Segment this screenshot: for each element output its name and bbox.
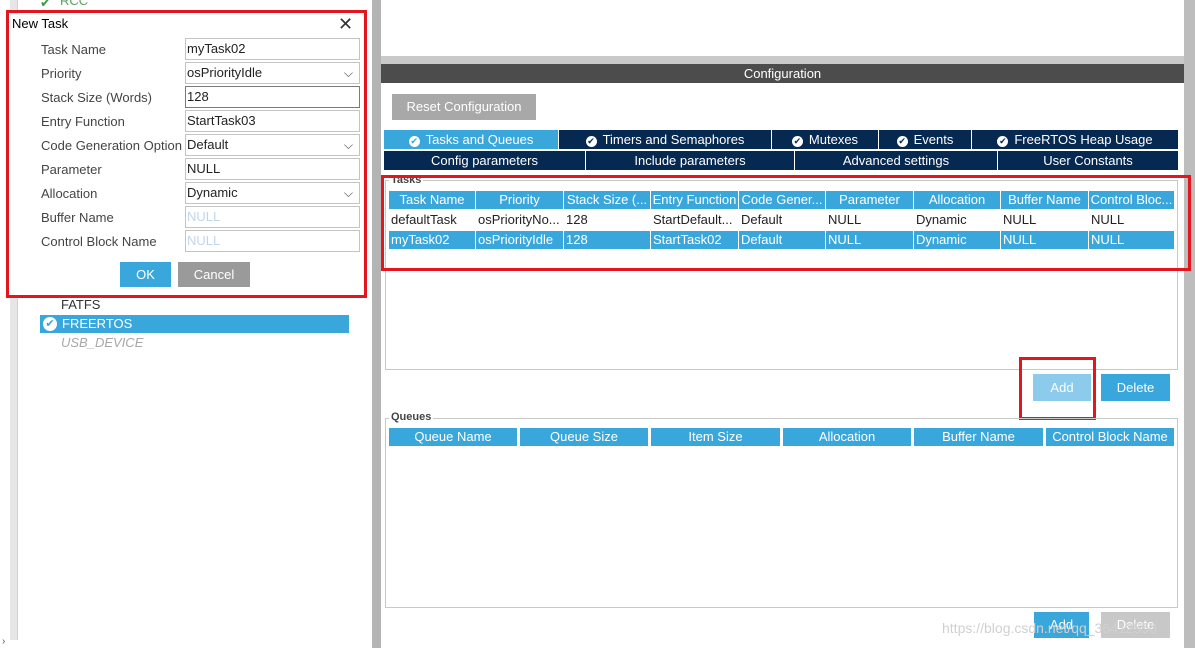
scroll-arrow-icon[interactable]: ›	[2, 636, 5, 647]
queues-col-buffer-name[interactable]: Buffer Name	[914, 428, 1044, 446]
queues-groupbox	[385, 418, 1178, 608]
queues-col-allocation[interactable]: Allocation	[783, 428, 912, 446]
tab-label: Timers and Semaphores	[602, 132, 745, 147]
right-scrollbar[interactable]	[1184, 0, 1195, 648]
tree-item-fatfs[interactable]: FATFS	[61, 296, 100, 314]
tasks-highlight-box	[381, 175, 1191, 271]
check-icon: ✔	[43, 317, 57, 331]
reset-configuration-button[interactable]: Reset Configuration	[392, 94, 536, 120]
tab-label: FreeRTOS Heap Usage	[1014, 132, 1153, 147]
tab-advanced-settings[interactable]: Advanced settings	[795, 151, 997, 170]
tab-include-parameters[interactable]: Include parameters	[586, 151, 794, 170]
queues-col-queue-size[interactable]: Queue Size	[520, 428, 649, 446]
tab-freertos-heap-usage[interactable]: ✔ FreeRTOS Heap Usage	[972, 130, 1178, 149]
queues-col-control-block-name[interactable]: Control Block Name	[1046, 428, 1175, 446]
tab-timers-and-semaphores[interactable]: ✔ Timers and Semaphores	[559, 130, 771, 149]
check-icon: ✔	[408, 136, 420, 147]
tree-item-freertos[interactable]: ✔ FREERTOS	[40, 315, 349, 333]
check-icon: ✔	[791, 136, 803, 147]
tab-config-parameters[interactable]: Config parameters	[384, 151, 585, 170]
tree-item-label: FREERTOS	[62, 316, 133, 331]
panel-divider	[381, 56, 1184, 64]
configuration-header: Configuration	[381, 64, 1184, 83]
queues-group-title: Queues	[389, 411, 434, 423]
tab-mutexes[interactable]: ✔ Mutexes	[772, 130, 878, 149]
tab-tasks-and-queues[interactable]: ✔ Tasks and Queues	[384, 130, 558, 149]
tab-user-constants[interactable]: User Constants	[998, 151, 1178, 170]
tree-item-label: RCC	[60, 0, 89, 8]
check-icon: ✔	[896, 136, 908, 147]
add-highlight-box	[1019, 357, 1096, 420]
check-icon: ✔	[585, 136, 597, 147]
tree-item-usb-device[interactable]: USB_DEVICE	[61, 334, 143, 352]
tree-item-rcc[interactable]: ✔ RCC	[40, 0, 88, 10]
tab-label: Mutexes	[808, 132, 859, 147]
tasks-delete-button[interactable]: Delete	[1101, 374, 1170, 401]
tab-label: Events	[913, 132, 954, 147]
queues-col-queue-name[interactable]: Queue Name	[389, 428, 518, 446]
tab-events[interactable]: ✔ Events	[879, 130, 971, 149]
watermark: https://blog.csdn.net/qq_36412550	[942, 620, 1157, 636]
check-icon: ✔	[997, 136, 1009, 147]
queues-col-item-size[interactable]: Item Size	[651, 428, 781, 446]
panel-splitter[interactable]	[372, 0, 381, 648]
dialog-highlight-box	[6, 10, 367, 298]
mode-panel	[381, 0, 1184, 56]
tab-label: Tasks and Queues	[425, 132, 534, 147]
